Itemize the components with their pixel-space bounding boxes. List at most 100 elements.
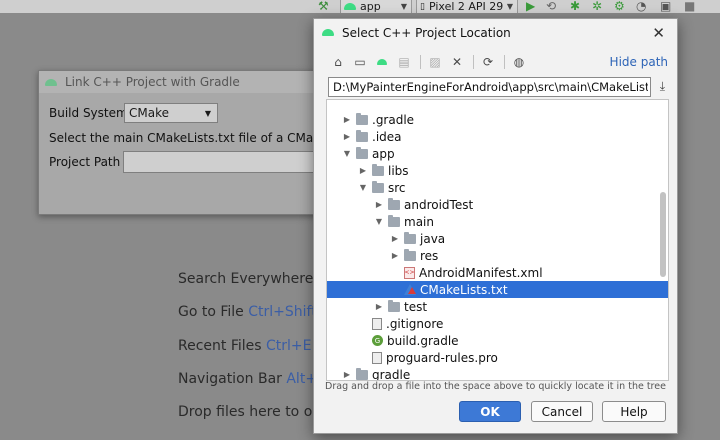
run-config-label: app — [360, 0, 381, 13]
description-text: Select the main CMakeLists.txt file of a… — [49, 131, 339, 145]
apply-changes-icon[interactable]: ⟲ — [546, 0, 556, 13]
tree-row-label: test — [404, 299, 428, 314]
cancel-button[interactable]: Cancel — [531, 401, 593, 422]
tree-row-label: main — [404, 214, 434, 229]
build-system-label: Build System — [49, 106, 128, 120]
bug-icon[interactable]: ✲ — [592, 0, 602, 13]
tree-row[interactable]: <> AndroidManifest.xml — [327, 264, 668, 281]
toolbar-divider — [504, 55, 505, 69]
folder-icon — [388, 214, 400, 227]
chevron-right-icon[interactable]: ▶ — [341, 115, 353, 124]
link-cpp-project-dialog: Link C++ Project with Gradle Build Syste… — [38, 70, 340, 215]
chevron-down-icon[interactable]: ▼ — [357, 183, 369, 192]
delete-icon[interactable]: ✕ — [447, 53, 467, 71]
show-hidden-icon[interactable]: ◍ — [509, 53, 529, 71]
chevron-right-icon[interactable]: ▶ — [341, 132, 353, 141]
hint-go-to-file: Go to File Ctrl+Shift+ — [178, 304, 329, 320]
tree-row-label: app — [372, 146, 395, 161]
debug-icon[interactable]: ✱ — [570, 0, 580, 13]
android-icon — [344, 3, 356, 10]
tree-row-label: .idea — [372, 129, 402, 144]
module-icon[interactable]: ▤ — [394, 53, 414, 71]
profile-icon[interactable]: ◔ — [636, 0, 646, 13]
select-cpp-location-dialog: Select C++ Project Location ✕ ⌂ ▭ ▤ ▨ ✕ … — [313, 18, 678, 434]
folder-icon — [372, 163, 384, 176]
hammer-icon[interactable]: ⚒ — [318, 0, 329, 13]
tree-row[interactable]: ▼ main — [327, 213, 668, 230]
project-path-label: Project Path — [49, 155, 121, 169]
toolbar-divider — [473, 55, 474, 69]
toolbar-divider — [420, 55, 421, 69]
tree-row[interactable]: ▼ app — [327, 145, 668, 162]
android-icon — [45, 78, 57, 86]
project-path-field[interactable] — [123, 151, 339, 173]
home-icon[interactable]: ⌂ — [328, 53, 348, 71]
tree-row-label: src — [388, 180, 406, 195]
folder-icon — [356, 112, 368, 125]
tree-row[interactable]: ▶ androidTest — [327, 196, 668, 213]
chevron-right-icon[interactable]: ▶ — [341, 370, 353, 379]
tree-row[interactable]: ▶ java — [327, 230, 668, 247]
chevron-down-icon: ▼ — [204, 108, 211, 118]
chevron-right-icon[interactable]: ▶ — [373, 200, 385, 209]
tree-row[interactable]: ▼ src — [327, 179, 668, 196]
tree-row-label: libs — [388, 163, 409, 178]
phone-icon: ▯ — [420, 1, 425, 12]
dialog-title: Select C++ Project Location — [342, 26, 511, 40]
tree-row[interactable]: proguard-rules.pro — [327, 349, 668, 366]
project-icon[interactable] — [372, 53, 392, 71]
file-tree[interactable]: ▶ .gradle ▶ .idea ▼ app ▶ libs ▼ src ▶ androidTest ▼… — [326, 99, 669, 381]
desktop-icon[interactable]: ▭ — [350, 53, 370, 71]
dialog-titlebar: Select C++ Project Location — [314, 19, 677, 47]
folder-icon — [356, 146, 368, 159]
tree-row-label: res — [420, 248, 439, 263]
folder-icon — [372, 180, 384, 193]
folder-icon — [404, 231, 416, 244]
tree-row[interactable]: ▶ res — [327, 247, 668, 264]
tree-row-label: build.gradle — [387, 333, 459, 348]
hint-search-everywhere: Search Everywhere D — [178, 271, 329, 287]
folder-icon — [404, 248, 416, 261]
ok-button[interactable]: OK — [459, 401, 521, 422]
tree-row[interactable]: ▶ .gradle — [327, 111, 668, 128]
new-folder-icon[interactable]: ▨ — [425, 53, 445, 71]
help-button[interactable]: Help — [602, 401, 666, 422]
link-dialog-title: Link C++ Project with Gradle — [65, 75, 240, 89]
tree-row-label: .gradle — [372, 112, 415, 127]
tree-row[interactable]: .gitignore — [327, 315, 668, 332]
build-system-select[interactable]: CMake ▼ — [124, 103, 218, 123]
stop-icon[interactable]: ■ — [684, 0, 695, 13]
tree-row-label: .gitignore — [386, 316, 444, 331]
tree-row[interactable]: ▶ .idea — [327, 128, 668, 145]
chevron-down-icon[interactable]: ▼ — [341, 149, 353, 158]
attach-icon[interactable]: ⚙ — [614, 0, 625, 13]
download-icon[interactable]: ⤓ — [660, 79, 665, 94]
chevron-right-icon[interactable]: ▶ — [373, 302, 385, 311]
hint-recent-files: Recent Files Ctrl+E — [178, 338, 312, 354]
device-manager-icon[interactable]: ▣ — [660, 0, 671, 13]
close-icon[interactable]: ✕ — [652, 24, 665, 42]
xml-file-icon: <> — [404, 266, 415, 279]
text-file-icon — [372, 351, 382, 364]
tree-row-label: gradle — [372, 367, 411, 381]
tree-row[interactable]: CMakeLists.txt — [327, 281, 668, 298]
chevron-down-icon[interactable]: ▼ — [373, 217, 385, 226]
chevron-right-icon[interactable]: ▶ — [389, 234, 401, 243]
tree-scrollbar[interactable] — [660, 192, 666, 277]
refresh-icon[interactable]: ⟳ — [478, 53, 498, 71]
tree-row[interactable]: Gbuild.gradle — [327, 332, 668, 349]
path-input[interactable] — [328, 77, 651, 97]
chevron-right-icon[interactable]: ▶ — [389, 251, 401, 260]
chevron-right-icon[interactable]: ▶ — [357, 166, 369, 175]
tree-row[interactable]: ▶ gradle — [327, 366, 668, 381]
tree-row[interactable]: ▶ test — [327, 298, 668, 315]
run-icon[interactable]: ▶ — [526, 0, 535, 13]
tree-row-label: CMakeLists.txt — [420, 282, 508, 297]
folder-icon — [388, 197, 400, 210]
hide-path-link[interactable]: Hide path — [610, 55, 668, 69]
tree-row[interactable]: ▶ libs — [327, 162, 668, 179]
hint-navigation-bar: Navigation Bar Alt+H — [178, 371, 328, 387]
chooser-toolbar: ⌂ ▭ ▤ ▨ ✕ ⟳ ◍ — [328, 53, 531, 71]
chevron-down-icon: ▼ — [506, 2, 513, 11]
folder-icon — [356, 129, 368, 142]
